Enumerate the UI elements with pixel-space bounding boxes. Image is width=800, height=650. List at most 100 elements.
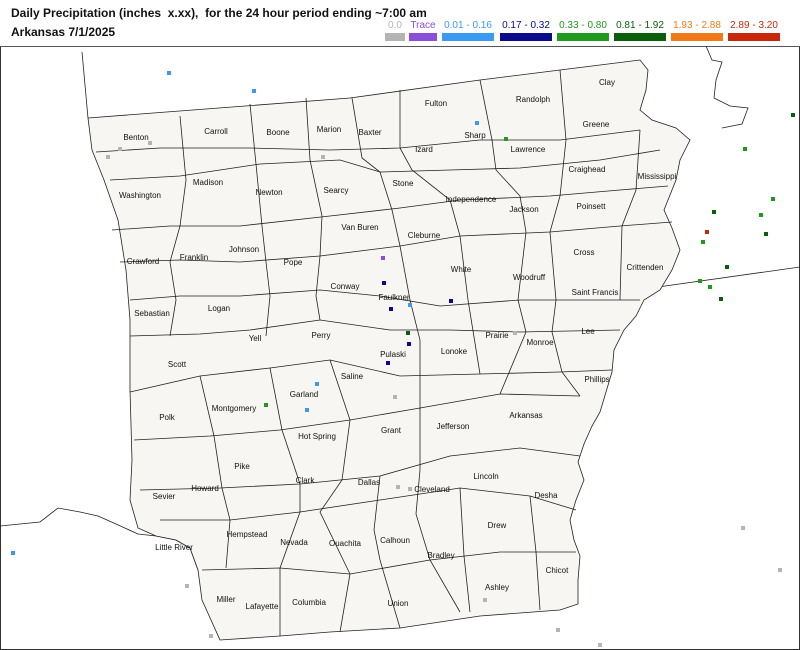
station-marker: [396, 485, 400, 489]
legend-label-5: 0.81 - 1.92: [616, 20, 664, 31]
station-marker: [148, 141, 152, 145]
county-label-chicot: Chicot: [546, 566, 569, 575]
county-label-montgomery: Montgomery: [212, 404, 256, 413]
county-label-washington: Washington: [119, 191, 161, 200]
county-label-craighead: Craighead: [569, 165, 606, 174]
county-label-lonoke: Lonoke: [441, 347, 468, 356]
county-label-yell: Yell: [249, 334, 262, 343]
station-marker: [513, 331, 517, 335]
county-label-phillips: Phillips: [584, 375, 609, 384]
county-label-poinsett: Poinsett: [577, 202, 607, 211]
county-label-benton: Benton: [123, 133, 148, 142]
county-label-lee: Lee: [581, 327, 595, 336]
legend-item-4: 0.33 - 0.80: [557, 20, 609, 41]
county-label-boone: Boone: [266, 128, 290, 137]
county-label-ouachita: Ouachita: [329, 539, 362, 548]
station-marker: [719, 297, 723, 301]
county-label-clay: Clay: [599, 78, 615, 87]
map-header: Daily Precipitation (inches x.xx), for t…: [0, 0, 800, 47]
legend-item-3: 0.17 - 0.32: [500, 20, 552, 41]
legend-swatch-3: [500, 33, 552, 41]
county-label-mississippi: Mississippi: [638, 172, 677, 181]
county-label-madison: Madison: [193, 178, 223, 187]
county-label-bradley: Bradley: [427, 551, 454, 560]
station-marker: [321, 155, 325, 159]
county-label-saline: Saline: [341, 372, 364, 381]
county-label-faulkner: Faulkner: [378, 293, 409, 302]
legend-swatch-7: [728, 33, 780, 41]
legend-label-4: 0.33 - 0.80: [559, 20, 607, 31]
county-label-izard: Izard: [415, 145, 433, 154]
neighbor-state-line-north: [81, 51, 89, 119]
station-marker: [791, 113, 795, 117]
county-label-ashley: Ashley: [485, 583, 509, 592]
county-label-pope: Pope: [284, 258, 303, 267]
county-label-woodruff: Woodruff: [513, 273, 546, 282]
station-marker: [759, 213, 763, 217]
county-label-arkansas: Arkansas: [509, 411, 542, 420]
county-label-pulaski: Pulaski: [380, 350, 406, 359]
county-label-searcy: Searcy: [324, 186, 349, 195]
county-label-sevier: Sevier: [153, 492, 176, 501]
county-label-van-buren: Van Buren: [341, 223, 378, 232]
station-marker: [264, 403, 268, 407]
station-marker: [382, 281, 386, 285]
legend-item-2: 0.01 - 0.16: [442, 20, 494, 41]
legend-label-7: 2.89 - 3.20: [730, 20, 778, 31]
county-label-independence: Independence: [446, 195, 497, 204]
station-marker: [701, 240, 705, 244]
map-title: Daily Precipitation (inches x.xx), for t…: [11, 6, 427, 20]
county-label-sebastian: Sebastian: [134, 309, 170, 318]
legend-swatch-1: [409, 33, 437, 41]
station-marker: [209, 634, 213, 638]
county-label-saint-francis: Saint Francis: [572, 288, 619, 297]
arkansas-county-map: Benton Carroll Boone Marion Baxter Fulto…: [0, 46, 800, 647]
county-label-polk: Polk: [159, 413, 176, 422]
station-marker: [598, 643, 602, 647]
county-label-grant: Grant: [381, 426, 402, 435]
county-label-perry: Perry: [311, 331, 330, 340]
county-label-miller: Miller: [216, 595, 235, 604]
legend-label-1: Trace: [410, 20, 436, 31]
station-marker: [708, 285, 712, 289]
county-label-sharp: Sharp: [464, 131, 486, 140]
county-label-lincoln: Lincoln: [473, 472, 498, 481]
station-marker: [381, 256, 385, 260]
station-marker: [771, 197, 775, 201]
station-marker: [315, 382, 319, 386]
county-label-lawrence: Lawrence: [511, 145, 546, 154]
station-marker: [408, 487, 412, 491]
county-label-cleburne: Cleburne: [408, 231, 441, 240]
county-label-hot-spring: Hot Spring: [298, 432, 336, 441]
county-label-marion: Marion: [317, 125, 341, 134]
county-label-little-river: Little River: [155, 543, 193, 552]
legend-item-7: 2.89 - 3.20: [728, 20, 780, 41]
county-label-cross: Cross: [574, 248, 595, 257]
county-label-nevada: Nevada: [280, 538, 308, 547]
county-label-fulton: Fulton: [425, 99, 447, 108]
station-marker: [698, 279, 702, 283]
station-marker: [475, 121, 479, 125]
station-marker: [556, 628, 560, 632]
station-marker: [393, 395, 397, 399]
legend-swatch-4: [557, 33, 609, 41]
station-marker: [778, 568, 782, 572]
station-marker: [705, 230, 709, 234]
county-label-drew: Drew: [488, 521, 507, 530]
legend-item-6: 1.93 - 2.88: [671, 20, 723, 41]
legend-swatch-2: [442, 33, 494, 41]
county-label-white: White: [451, 265, 472, 274]
legend-item-0: 0.0: [385, 20, 405, 41]
legend-item-5: 0.81 - 1.92: [614, 20, 666, 41]
county-label-hempstead: Hempstead: [227, 530, 268, 539]
station-marker: [764, 232, 768, 236]
map-subtitle: Arkansas 7/1/2025: [11, 25, 116, 39]
legend-swatch-6: [671, 33, 723, 41]
county-label-prairie: Prairie: [485, 331, 509, 340]
station-marker: [118, 147, 122, 151]
county-label-garland: Garland: [290, 390, 318, 399]
county-label-clark: Clark: [296, 476, 316, 485]
station-marker: [483, 598, 487, 602]
county-label-newton: Newton: [255, 188, 282, 197]
county-label-carroll: Carroll: [204, 127, 228, 136]
